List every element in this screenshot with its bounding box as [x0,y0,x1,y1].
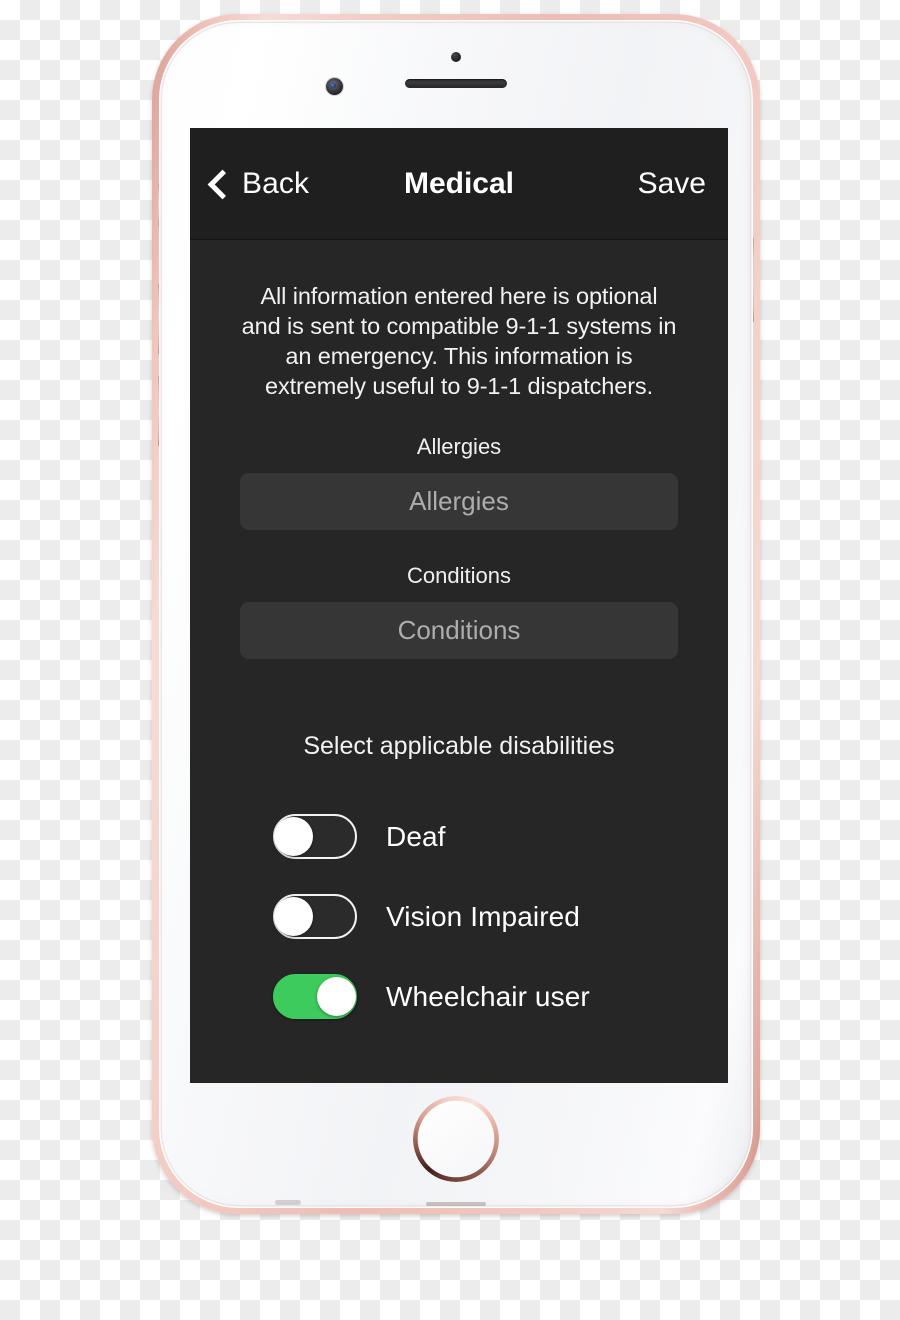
toggle-row-wheelchair-user: Wheelchair user [273,974,678,1019]
conditions-input-placeholder: Conditions [397,615,521,645]
toggle-deaf[interactable] [273,814,357,859]
home-button[interactable] [413,1096,499,1182]
navigation-bar: Back Medical Save [190,128,728,240]
back-button[interactable]: Back [207,166,310,201]
conditions-field-label: Conditions [407,563,511,588]
screen-content: All information entered here is optional… [190,281,728,1019]
toggle-wheelchair-user[interactable] [273,974,357,1019]
allergies-field-label: Allergies [416,434,502,459]
disabilities-section-title: Select applicable disabilities [303,732,615,760]
save-button[interactable]: Save [638,167,706,201]
bottom-speaker-port [426,1202,486,1206]
bottom-screw [275,1200,301,1205]
toggle-deaf-label: Deaf [386,820,446,852]
toggle-vision-impaired-label: Vision Impaired [386,900,580,932]
toggle-knob [274,897,313,936]
phone-outer-frame: Back Medical Save All information entere… [152,14,760,1214]
proximity-sensor-icon [451,52,461,62]
toggle-knob [274,817,313,856]
disabilities-toggle-list: Deaf Vision Impaired Wheelchair user [240,814,678,1019]
back-button-label: Back [242,166,310,200]
allergies-input[interactable]: Allergies [240,473,678,530]
phone-screen: Back Medical Save All information entere… [190,128,728,1083]
conditions-input[interactable]: Conditions [240,602,678,659]
toggle-row-deaf: Deaf [273,814,678,859]
toggle-row-vision-impaired: Vision Impaired [273,894,678,939]
phone-front-face: Back Medical Save All information entere… [159,20,753,1208]
toggle-knob [317,977,356,1016]
phone-mockup: Back Medical Save All information entere… [140,14,760,1219]
toggle-vision-impaired[interactable] [273,894,357,939]
earpiece-speaker-icon [405,79,507,88]
intro-description: All information entered here is optional… [241,283,677,399]
home-button-ring [413,1096,499,1182]
allergies-field-group: Allergies Allergies [240,434,678,530]
chevron-left-icon [207,169,238,199]
allergies-input-placeholder: Allergies [409,486,509,516]
toggle-wheelchair-user-label: Wheelchair user [386,980,590,1012]
conditions-field-group: Conditions Conditions [240,563,678,659]
front-camera-icon [326,78,343,95]
